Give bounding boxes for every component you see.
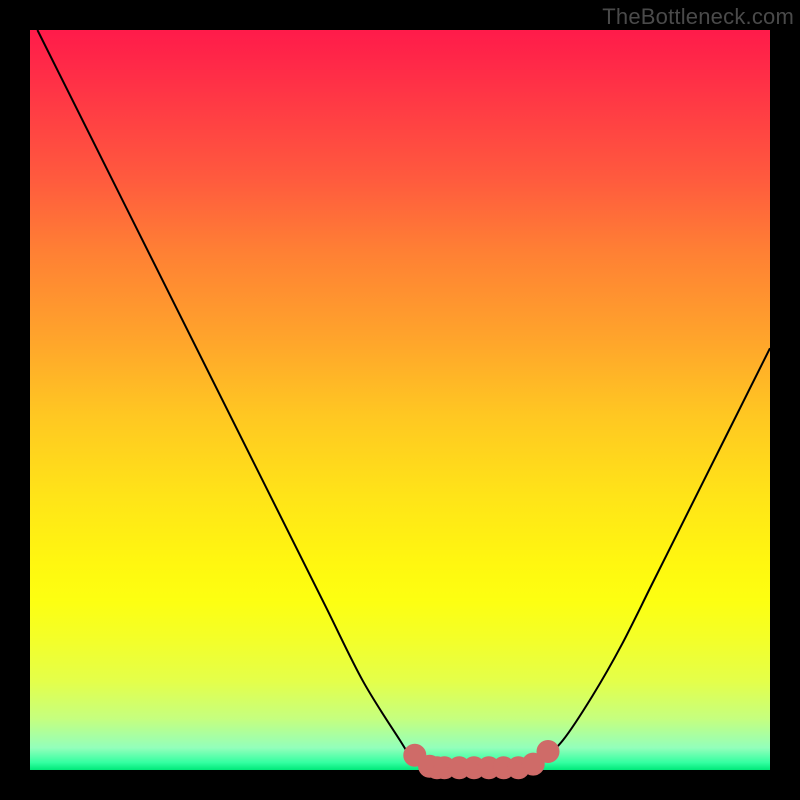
- bottleneck-curve: [37, 30, 770, 772]
- marker-group: [404, 741, 559, 779]
- curve-group: [37, 30, 770, 772]
- plot-area: [30, 30, 770, 770]
- range-marker: [537, 741, 559, 763]
- chart-frame: TheBottleneck.com: [0, 0, 800, 800]
- curve-svg: [30, 30, 770, 770]
- watermark-text: TheBottleneck.com: [602, 4, 794, 30]
